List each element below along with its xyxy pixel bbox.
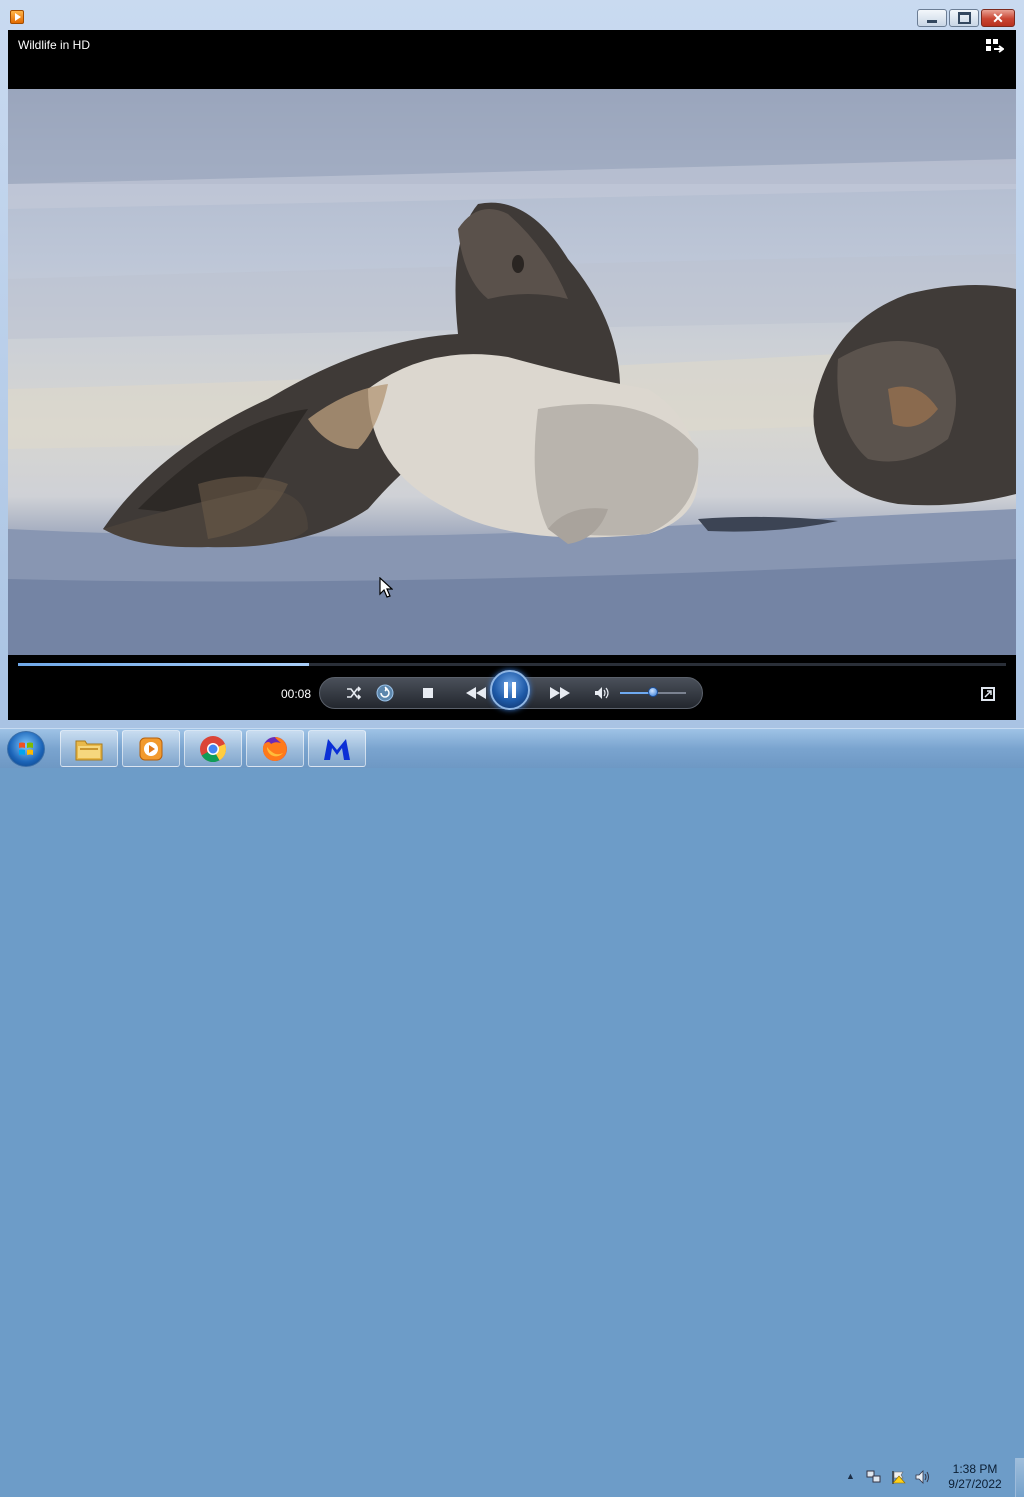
action-center-flag-icon[interactable] — [891, 1470, 906, 1484]
next-button[interactable] — [546, 678, 574, 708]
media-player-window: ✕ Wildlife in HD 00:08 — [0, 0, 1024, 728]
maximize-button[interactable] — [949, 9, 979, 27]
stop-icon — [423, 688, 433, 698]
malwarebytes-icon — [324, 738, 350, 760]
explorer-icon — [75, 740, 103, 760]
volume-handle[interactable] — [648, 687, 658, 697]
current-time: 00:08 — [281, 687, 312, 701]
chrome-icon — [200, 735, 227, 762]
minimize-button[interactable] — [917, 9, 947, 27]
seek-bar[interactable] — [18, 663, 1006, 666]
close-button[interactable]: ✕ — [981, 9, 1015, 27]
taskbar-malwarebytes[interactable] — [308, 730, 366, 767]
volume-slider[interactable] — [620, 687, 686, 697]
close-icon: ✕ — [992, 10, 1004, 26]
pause-icon — [504, 682, 516, 698]
next-icon — [550, 687, 570, 699]
media-player-icon[interactable] — [10, 10, 24, 24]
clock-time: 1:38 PM — [952, 1462, 998, 1476]
show-hidden-icons-button[interactable]: ▲ — [846, 1471, 855, 1481]
minimize-icon — [927, 19, 937, 23]
seek-progress — [18, 663, 310, 666]
switch-to-library-icon[interactable] — [986, 39, 1004, 53]
taskbar-firefox[interactable] — [246, 730, 304, 767]
pause-button[interactable] — [490, 670, 530, 710]
repeat-icon — [376, 684, 394, 702]
taskbar-chrome[interactable] — [184, 730, 242, 767]
windows-logo-icon — [19, 742, 33, 755]
media-player-icon — [139, 737, 163, 760]
speaker-icon[interactable] — [915, 1470, 930, 1484]
previous-button[interactable] — [462, 678, 490, 708]
shuffle-icon — [347, 686, 362, 700]
mouse-cursor-icon — [379, 577, 393, 598]
taskbar: ▲ 1:38 PM 9/27/2022 — [0, 728, 1024, 1497]
fullscreen-icon[interactable] — [981, 687, 995, 701]
shuffle-button[interactable] — [344, 678, 364, 708]
taskbar-media-player[interactable] — [122, 730, 180, 767]
taskbar-explorer[interactable] — [60, 730, 118, 767]
video-title: Wildlife in HD — [18, 38, 91, 52]
title-bar[interactable]: ✕ — [0, 0, 1024, 30]
mute-button[interactable] — [592, 678, 612, 708]
network-icon[interactable] — [866, 1470, 881, 1484]
maximize-icon — [957, 12, 971, 24]
repeat-button[interactable] — [374, 678, 396, 708]
stop-button[interactable] — [418, 678, 438, 708]
system-clock[interactable]: 1:38 PM 9/27/2022 — [940, 1462, 1010, 1492]
video-image — [8, 89, 1016, 655]
show-desktop-button[interactable] — [1015, 1458, 1024, 1497]
video-frame[interactable] — [8, 89, 1016, 655]
start-button[interactable] — [7, 731, 45, 767]
player-area: Wildlife in HD 00:08 — [8, 30, 1016, 720]
clock-date: 9/27/2022 — [948, 1477, 1002, 1491]
volume-icon — [595, 687, 609, 699]
firefox-icon — [262, 736, 287, 761]
previous-icon — [466, 687, 486, 699]
